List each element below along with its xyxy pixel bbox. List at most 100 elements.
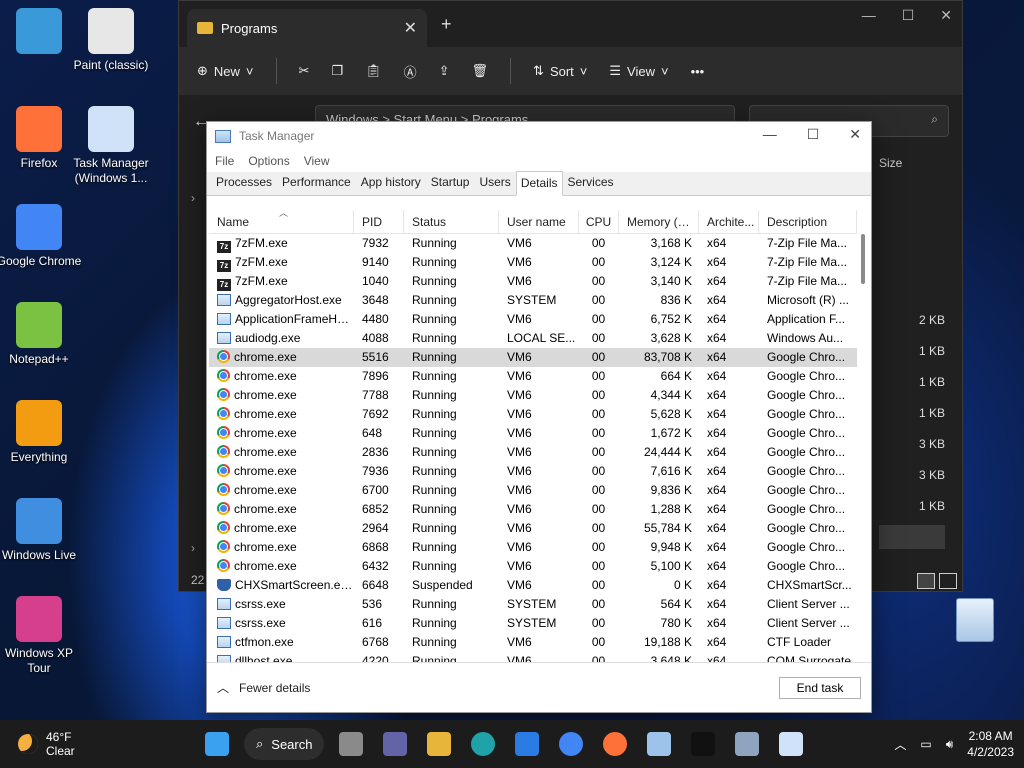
column-header[interactable]: Status (404, 210, 499, 234)
delete-button[interactable]: 🗑︎ (472, 63, 489, 79)
table-row[interactable]: chrome.exe 6868 Running VM6 00 9,948 K x64 Goog… (209, 538, 857, 557)
taskbar-app[interactable] (642, 724, 676, 764)
chrome-icon (16, 204, 62, 250)
table-row[interactable]: 7z 7zFM.exe 9140 Running VM6 00 3,124 K x64 7-Zi… (209, 253, 857, 272)
table-row[interactable]: csrss.exe 616 Running SYSTEM 00 780 K x64 Clien… (209, 614, 857, 633)
tab-performance[interactable]: Performance (277, 170, 356, 195)
recycle-bin-icon[interactable] (956, 598, 994, 642)
desktop-shortcut[interactable]: Windows XP Tour (0, 596, 84, 676)
close-icon[interactable]: ✕ (940, 7, 952, 24)
maximize-icon[interactable]: ☐ (902, 7, 915, 24)
menu-item-view[interactable]: View (304, 154, 330, 168)
menu-item-file[interactable]: File (215, 154, 234, 168)
selected-file-row[interactable] (879, 525, 945, 549)
table-row[interactable]: audiodg.exe 4088 Running LOCAL SE... 00 3,628… (209, 329, 857, 348)
close-icon[interactable]: ✕ (849, 126, 861, 143)
chevron-up-icon[interactable]: ︿ (894, 736, 906, 753)
desktop-shortcut[interactable]: Windows Live (0, 498, 84, 563)
new-button[interactable]: ⊕ New ˅ (197, 63, 254, 79)
column-header[interactable]: PID (354, 210, 404, 234)
table-row[interactable]: 7z 7zFM.exe 1040 Running VM6 00 3,140 K x64 7-Zi… (209, 272, 857, 291)
close-tab-icon[interactable]: ✕ (404, 18, 417, 38)
table-row[interactable]: chrome.exe 5516 Running VM6 00 83,708 K x64 Goo… (209, 348, 857, 367)
table-row[interactable]: chrome.exe 7896 Running VM6 00 664 K x64 Google… (209, 367, 857, 386)
column-header[interactable]: Memory (a... (619, 210, 699, 234)
cell-pid: 1040 (362, 274, 389, 288)
table-row[interactable]: CHXSmartScreen.exe 6648 Suspended VM6 00 0 K x… (209, 576, 857, 595)
cell-user: VM6 (507, 369, 532, 383)
tab-startup[interactable]: Startup (426, 170, 475, 195)
expand-icon[interactable]: › (191, 191, 195, 205)
taskbar-app[interactable] (598, 724, 632, 764)
scrollbar-thumb[interactable] (861, 234, 865, 284)
cut-button[interactable]: ✂ (299, 63, 310, 79)
desktop-shortcut[interactable]: Google Chrome (0, 204, 84, 269)
weather-widget[interactable]: 46°F Clear (18, 730, 75, 758)
taskbar-app[interactable] (378, 724, 412, 764)
column-header[interactable]: Description (759, 210, 857, 234)
task-manager-window[interactable]: Task Manager — ☐ ✕ File Options View Proce… (206, 121, 872, 713)
taskbar-app[interactable] (554, 724, 588, 764)
table-row[interactable]: 7z 7zFM.exe 7932 Running VM6 00 3,168 K x64 7-Zi… (209, 234, 857, 253)
network-icon[interactable]: ▭ (920, 737, 931, 751)
column-header[interactable]: Archite... (699, 210, 759, 234)
taskbar-app[interactable] (686, 724, 720, 764)
tab-services[interactable]: Services (563, 170, 619, 195)
tiles-view-icon[interactable] (939, 573, 957, 589)
table-row[interactable]: chrome.exe 7788 Running VM6 00 4,344 K x64 Goog… (209, 386, 857, 405)
taskbar-app[interactable] (510, 724, 544, 764)
taskbar-app[interactable] (422, 724, 456, 764)
cell-desc: Google Chro... (767, 426, 846, 440)
tab-users[interactable]: Users (474, 170, 515, 195)
table-row[interactable]: ctfmon.exe 6768 Running VM6 00 19,188 K x64 CTF… (209, 633, 857, 652)
maximize-icon[interactable]: ☐ (807, 126, 820, 143)
rename-button[interactable]: Ⓐ (404, 62, 417, 81)
paste-button[interactable]: 📋︎ (365, 63, 382, 79)
taskbar-app[interactable] (466, 724, 500, 764)
taskbar-app[interactable] (774, 724, 808, 764)
tab-app-history[interactable]: App history (356, 170, 426, 195)
clock-date: 4/2/2023 (967, 745, 1014, 759)
table-row[interactable]: csrss.exe 536 Running SYSTEM 00 564 K x64 Clien… (209, 595, 857, 614)
desktop-shortcut[interactable]: Task Manager (Windows 1... (66, 106, 156, 186)
share-button[interactable]: ⇪ (439, 63, 450, 79)
column-header[interactable]: CPU (579, 210, 619, 234)
view-button[interactable]: ☰ View ˅ (609, 63, 668, 79)
desktop-shortcut[interactable]: Notepad++ (0, 302, 84, 367)
column-header[interactable]: User name (499, 210, 579, 234)
volume-icon[interactable]: 🔊︎ (946, 737, 954, 752)
minimize-icon[interactable]: — (862, 7, 876, 24)
details-view-icon[interactable] (917, 573, 935, 589)
sort-button[interactable]: ⇅ Sort ˅ (533, 63, 587, 79)
taskbar-app[interactable] (200, 724, 234, 764)
taskbar-app[interactable] (334, 724, 368, 764)
menu-item-options[interactable]: Options (248, 154, 289, 168)
table-row[interactable]: chrome.exe 2964 Running VM6 00 55,784 K x64 Goo… (209, 519, 857, 538)
end-task-button[interactable]: End task (779, 676, 861, 699)
minimize-icon[interactable]: — (763, 126, 777, 143)
table-row[interactable]: chrome.exe 7936 Running VM6 00 7,616 K x64 Goog… (209, 462, 857, 481)
desktop-shortcut[interactable]: Paint (classic) (66, 8, 156, 73)
fewer-details-button[interactable]: ︿ Fewer details (217, 679, 310, 696)
explorer-tab[interactable]: Programs ✕ (187, 9, 427, 47)
taskbar-app[interactable] (730, 724, 764, 764)
table-row[interactable]: chrome.exe 6700 Running VM6 00 9,836 K x64 Goog… (209, 481, 857, 500)
table-row[interactable]: chrome.exe 7692 Running VM6 00 5,628 K x64 Goog… (209, 405, 857, 424)
table-row[interactable]: ApplicationFrameHo... 4480 Running VM6 00 6,7… (209, 310, 857, 329)
clock[interactable]: 2:08 AM 4/2/2023 (967, 728, 1014, 760)
taskbar-search[interactable]: ⌕ Search (244, 728, 325, 760)
more-button[interactable]: ••• (691, 64, 705, 79)
desktop-shortcut[interactable]: Everything (0, 400, 84, 465)
expand-icon[interactable]: › (191, 541, 195, 555)
table-row[interactable]: chrome.exe 6852 Running VM6 00 1,288 K x64 Goog… (209, 500, 857, 519)
size-column-header[interactable]: Size (879, 156, 902, 170)
table-row[interactable]: chrome.exe 6432 Running VM6 00 5,100 K x64 Goog… (209, 557, 857, 576)
table-row[interactable]: chrome.exe 648 Running VM6 00 1,672 K x64 Googl… (209, 424, 857, 443)
table-row[interactable]: chrome.exe 2836 Running VM6 00 24,444 K x64 Goo… (209, 443, 857, 462)
table-row[interactable]: AggregatorHost.exe 3648 Running SYSTEM 00 836… (209, 291, 857, 310)
new-tab-icon[interactable]: + (441, 14, 452, 35)
copy-button[interactable]: ❐ (331, 63, 343, 79)
tab-processes[interactable]: Processes (211, 170, 277, 195)
tab-details[interactable]: Details (515, 171, 563, 196)
cell-user: VM6 (507, 312, 532, 326)
